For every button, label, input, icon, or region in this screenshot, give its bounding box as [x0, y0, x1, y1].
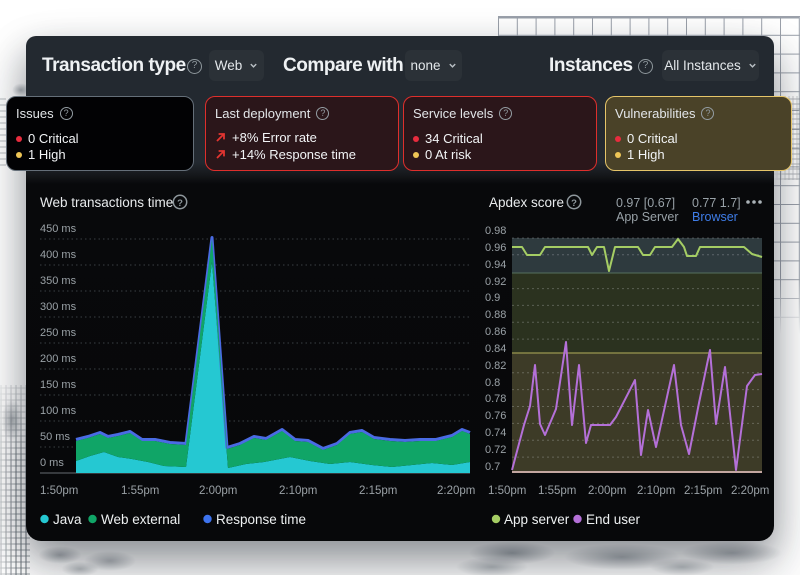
svg-text:2:00pm: 2:00pm: [588, 485, 626, 497]
svg-text:1:55pm: 1:55pm: [538, 485, 576, 497]
svg-text:0.77 1.7]: 0.77 1.7]: [692, 196, 741, 210]
svg-text:350 ms: 350 ms: [40, 275, 77, 287]
svg-text:1:50pm: 1:50pm: [40, 485, 78, 497]
svg-text:App server: App server: [504, 512, 570, 527]
svg-text:2:00pm: 2:00pm: [199, 485, 237, 497]
svg-text:0.94: 0.94: [485, 259, 506, 271]
svg-text:0.84: 0.84: [485, 343, 506, 355]
svg-text:0.78: 0.78: [485, 393, 506, 405]
svg-text:0.82: 0.82: [485, 360, 506, 372]
svg-text:50 ms: 50 ms: [40, 431, 70, 443]
svg-text:2:10pm: 2:10pm: [279, 485, 317, 497]
svg-text:200 ms: 200 ms: [40, 353, 77, 365]
svg-text:Apdex score: Apdex score: [489, 195, 564, 210]
svg-text:0.96: 0.96: [485, 242, 506, 254]
svg-text:App Server: App Server: [616, 210, 679, 224]
svg-text:0.86: 0.86: [485, 326, 506, 338]
svg-text:250 ms: 250 ms: [40, 327, 77, 339]
svg-text:0.88: 0.88: [485, 309, 506, 321]
svg-text:?: ?: [571, 198, 577, 209]
svg-text:2:20pm: 2:20pm: [731, 485, 769, 497]
svg-text:End user: End user: [586, 512, 641, 527]
svg-text:0.76: 0.76: [485, 410, 506, 422]
svg-text:1:50pm: 1:50pm: [488, 485, 526, 497]
svg-text:0 ms: 0 ms: [40, 457, 64, 469]
svg-text:0.9: 0.9: [485, 292, 500, 304]
svg-text:150 ms: 150 ms: [40, 379, 77, 391]
svg-text:2:15pm: 2:15pm: [684, 485, 722, 497]
svg-text:300 ms: 300 ms: [40, 301, 77, 313]
svg-text:0.98: 0.98: [485, 225, 506, 237]
svg-text:2:15pm: 2:15pm: [359, 485, 397, 497]
svg-text:400 ms: 400 ms: [40, 249, 77, 261]
svg-text:2:20pm: 2:20pm: [437, 485, 475, 497]
svg-text:0.72: 0.72: [485, 444, 506, 456]
svg-text:Web transactions time: Web transactions time: [40, 195, 173, 210]
svg-text:Browser: Browser: [692, 210, 738, 224]
svg-text:100 ms: 100 ms: [40, 405, 77, 417]
svg-text:0.97 [0.67]: 0.97 [0.67]: [616, 196, 675, 210]
svg-text:0.92: 0.92: [485, 276, 506, 288]
svg-text:0.8: 0.8: [485, 377, 500, 389]
svg-text:1:55pm: 1:55pm: [121, 485, 159, 497]
svg-text:450 ms: 450 ms: [40, 223, 77, 235]
svg-text:Response time: Response time: [216, 512, 306, 527]
svg-text:Java: Java: [53, 512, 82, 527]
svg-text:Web external: Web external: [101, 512, 180, 527]
svg-text:0.7: 0.7: [485, 461, 500, 473]
svg-text:0.74: 0.74: [485, 427, 506, 439]
svg-text:?: ?: [177, 198, 183, 209]
svg-text:2:10pm: 2:10pm: [637, 485, 675, 497]
